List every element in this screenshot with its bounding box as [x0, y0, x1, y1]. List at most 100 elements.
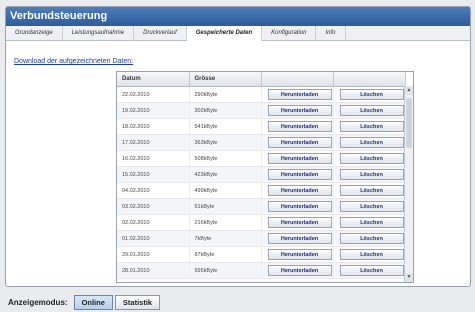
- row-date: 22.02.2010: [117, 86, 190, 103]
- row-download-cell: Herunterladen: [261, 246, 334, 263]
- row-size: 499kByte: [189, 182, 262, 199]
- row-date: 28.01.2010: [117, 262, 190, 279]
- row-date: 01.02.2010: [117, 230, 190, 247]
- row-download-cell: Herunterladen: [261, 86, 334, 103]
- row-date: 29.01.2010: [117, 246, 190, 263]
- table-row: 04.02.2010 499kByte Herunterladen Löschen: [117, 182, 406, 199]
- tab-konfiguration[interactable]: Konfiguration: [262, 26, 317, 40]
- row-delete-cell: Löschen: [333, 246, 406, 263]
- scrollbar-thumb[interactable]: [406, 98, 412, 148]
- download-button[interactable]: Herunterladen: [267, 89, 332, 100]
- download-button[interactable]: Herunterladen: [267, 217, 332, 228]
- table-row: 18.02.2010 541kByte Herunterladen Löschen: [117, 118, 406, 135]
- row-delete-cell: Löschen: [333, 166, 406, 183]
- table-row: 19.02.2010 302kByte Herunterladen Löschen: [117, 102, 406, 119]
- download-button[interactable]: Herunterladen: [267, 233, 332, 244]
- table-row: 17.02.2010 363kByte Herunterladen Löschen: [117, 134, 406, 151]
- row-date: 02.02.2010: [117, 214, 190, 231]
- row-delete-cell: Löschen: [333, 214, 406, 231]
- window-title: Verbundsteuerung: [6, 7, 470, 26]
- row-size: 51kByte: [189, 198, 262, 215]
- delete-button[interactable]: Löschen: [339, 137, 404, 148]
- delete-button[interactable]: Löschen: [339, 249, 404, 260]
- arrow-down-icon[interactable]: ▼: [405, 273, 413, 282]
- row-date: 16.02.2010: [117, 150, 190, 167]
- row-size: 363kByte: [189, 134, 262, 151]
- row-size: 216kByte: [189, 214, 262, 231]
- delete-button[interactable]: Löschen: [339, 201, 404, 212]
- table-row: 29.01.2010 87kByte Herunterladen Löschen: [117, 246, 406, 263]
- delete-button[interactable]: Löschen: [339, 169, 404, 180]
- tab-grundanzeige[interactable]: Grundanzeige: [6, 26, 63, 40]
- main-window: Verbundsteuerung Grundanzeige Leistungsa…: [5, 6, 471, 287]
- row-size: 7kByte: [189, 230, 262, 247]
- table-header-row: Datum Grösse: [117, 72, 406, 87]
- delete-button[interactable]: Löschen: [339, 185, 404, 196]
- display-mode-label: Anzeigemodus:: [8, 297, 68, 307]
- delete-button[interactable]: Löschen: [339, 153, 404, 164]
- row-delete-cell: Löschen: [333, 198, 406, 215]
- delete-button[interactable]: Löschen: [339, 105, 404, 116]
- row-date: 04.02.2010: [117, 182, 190, 199]
- column-header-download: [261, 72, 334, 87]
- table-row: 03.02.2010 51kByte Herunterladen Löschen: [117, 198, 406, 215]
- download-button[interactable]: Herunterladen: [267, 137, 332, 148]
- row-delete-cell: Löschen: [333, 86, 406, 103]
- row-size: 290kByte: [189, 86, 262, 103]
- saved-data-table: Datum Grösse 22.02.2010 290kByte Herunterl…: [116, 71, 414, 283]
- row-download-cell: Herunterladen: [261, 102, 334, 119]
- download-button[interactable]: Herunterladen: [267, 169, 332, 180]
- row-date: 18.02.2010: [117, 118, 190, 135]
- row-download-cell: Herunterladen: [261, 150, 334, 167]
- row-download-cell: Herunterladen: [261, 230, 334, 247]
- row-size: 541kByte: [189, 118, 262, 135]
- tab-bar: Grundanzeige Leistungsaufnahme Druckverl…: [6, 26, 470, 41]
- row-download-cell: Herunterladen: [261, 118, 334, 135]
- delete-button[interactable]: Löschen: [339, 89, 404, 100]
- row-date: 03.02.2010: [117, 198, 190, 215]
- arrow-up-icon[interactable]: ▲: [405, 86, 413, 95]
- row-download-cell: Herunterladen: [261, 134, 334, 151]
- download-button[interactable]: Herunterladen: [267, 265, 332, 276]
- row-delete-cell: Löschen: [333, 134, 406, 151]
- row-size: 595kByte: [189, 262, 262, 279]
- column-header-delete: [333, 72, 406, 87]
- download-button[interactable]: Herunterladen: [267, 201, 332, 212]
- row-date: 15.02.2010: [117, 166, 190, 183]
- download-data-link[interactable]: Download der aufgezeichneten Daten:: [14, 58, 133, 65]
- table-row: 01.02.2010 7kByte Herunterladen Löschen: [117, 230, 406, 247]
- table-row: 28.01.2010 595kByte Herunterladen Löschen: [117, 262, 406, 279]
- tab-leistungsaufnahme[interactable]: Leistungsaufnahme: [63, 26, 135, 40]
- table-row: 15.02.2010 423kByte Herunterladen Löschen: [117, 166, 406, 183]
- tab-druckverlauf[interactable]: Druckverlauf: [134, 26, 187, 40]
- row-download-cell: Herunterladen: [261, 166, 334, 183]
- row-download-cell: Herunterladen: [261, 262, 334, 279]
- row-date: 19.02.2010: [117, 102, 190, 119]
- row-size: 302kByte: [189, 102, 262, 119]
- table-scrollbar[interactable]: ▲ ▼: [404, 86, 413, 282]
- row-delete-cell: Löschen: [333, 182, 406, 199]
- row-delete-cell: Löschen: [333, 102, 406, 119]
- download-button[interactable]: Herunterladen: [267, 185, 332, 196]
- row-size: 423kByte: [189, 166, 262, 183]
- table-row: 22.02.2010 290kByte Herunterladen Löschen: [117, 86, 406, 103]
- download-button[interactable]: Herunterladen: [267, 153, 332, 164]
- table-row: 16.02.2010 508kByte Herunterladen Löschen: [117, 150, 406, 167]
- online-mode-button[interactable]: Online: [73, 294, 113, 310]
- delete-button[interactable]: Löschen: [339, 121, 404, 132]
- tab-gespeicherte-daten[interactable]: Gespeicherte Daten: [186, 26, 263, 41]
- download-button[interactable]: Herunterladen: [267, 249, 332, 260]
- delete-button[interactable]: Löschen: [339, 265, 404, 276]
- row-delete-cell: Löschen: [333, 262, 406, 279]
- row-delete-cell: Löschen: [333, 150, 406, 167]
- tab-info[interactable]: Info: [316, 26, 346, 40]
- row-date: 17.02.2010: [117, 134, 190, 151]
- display-mode-bar: Anzeigemodus: Online Statistik: [0, 292, 475, 312]
- download-button[interactable]: Herunterladen: [267, 105, 332, 116]
- delete-button[interactable]: Löschen: [339, 233, 404, 244]
- statistik-mode-button[interactable]: Statistik: [114, 294, 161, 310]
- column-header-date: Datum: [117, 72, 190, 87]
- download-button[interactable]: Herunterladen: [267, 121, 332, 132]
- delete-button[interactable]: Löschen: [339, 217, 404, 228]
- row-download-cell: Herunterladen: [261, 198, 334, 215]
